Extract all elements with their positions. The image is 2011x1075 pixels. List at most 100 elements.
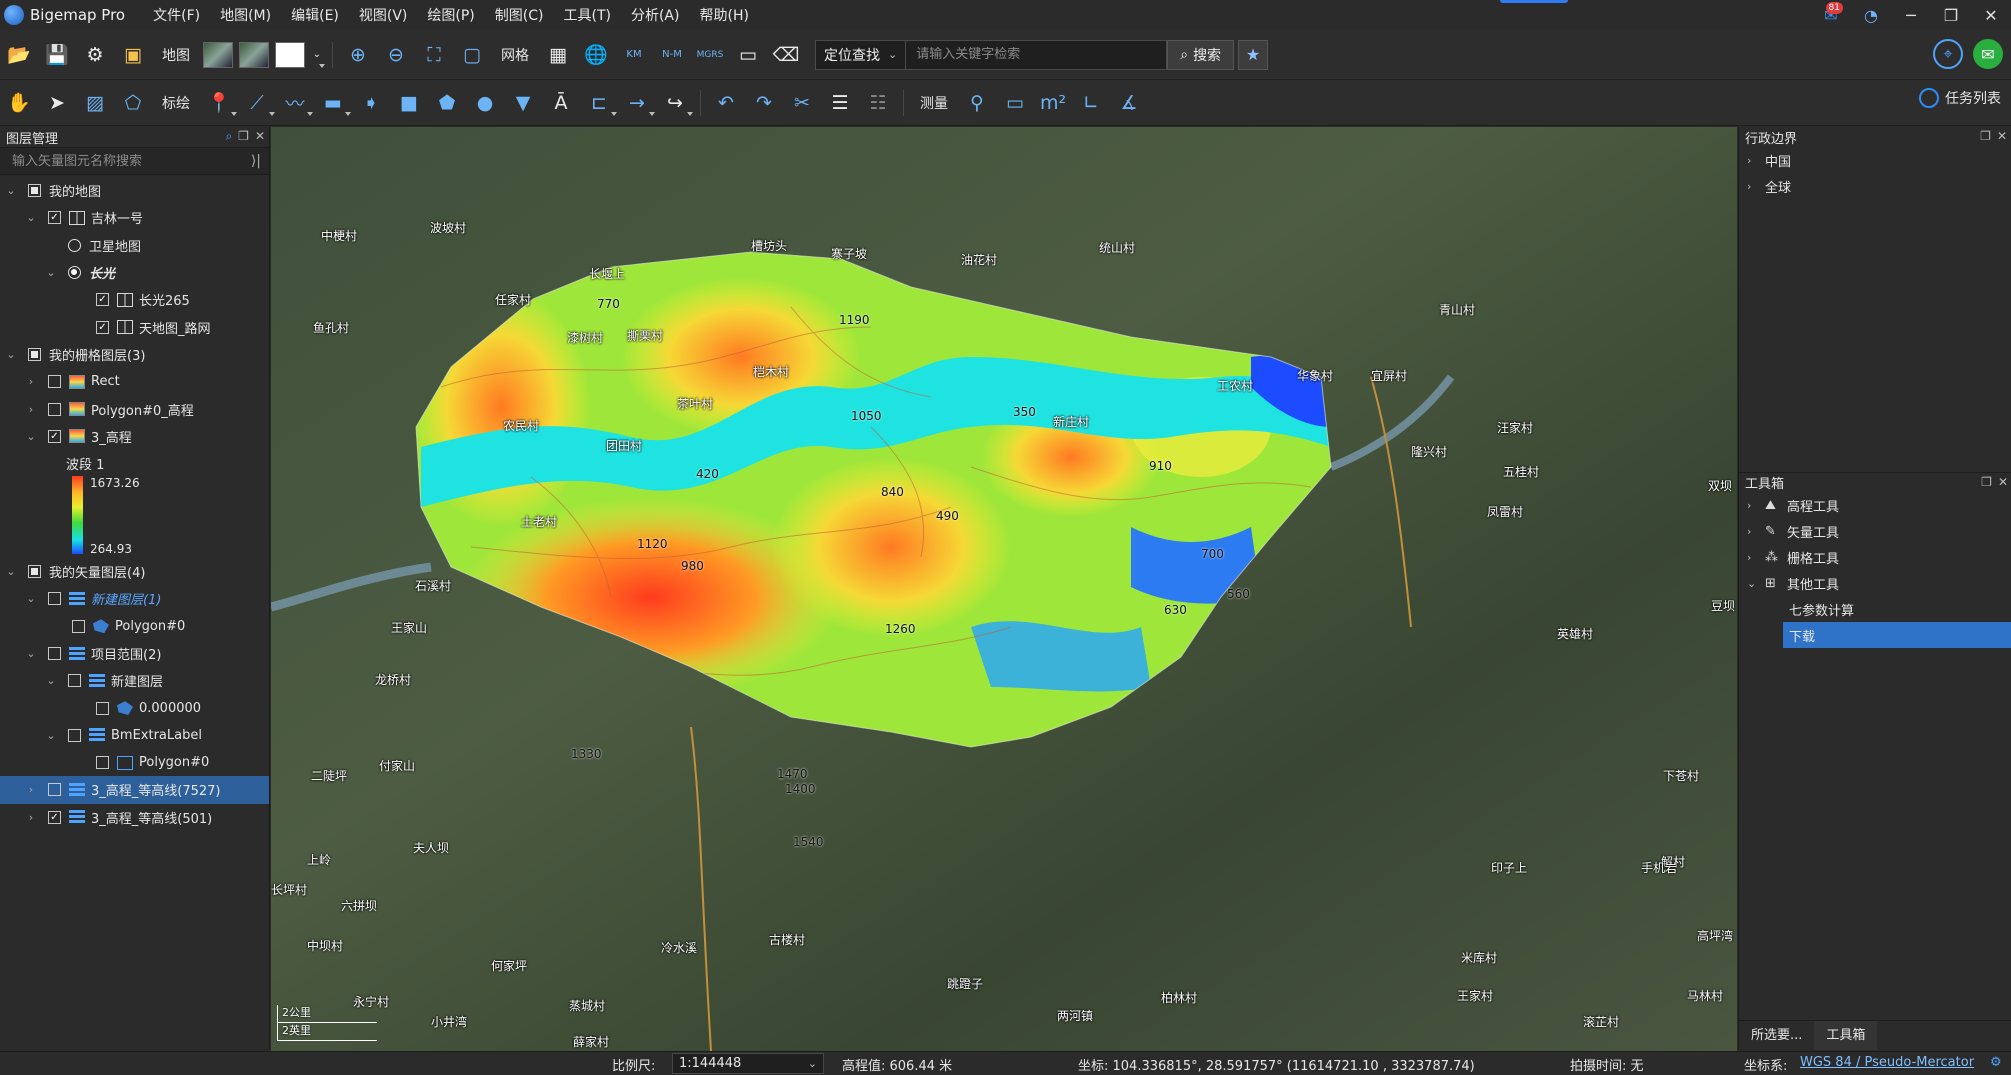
- menu-map[interactable]: 地图(M): [210, 5, 281, 25]
- toolbox-elevation-tools[interactable]: › ⛰ 高程工具: [1739, 492, 2011, 518]
- tree-row-rect[interactable]: › Rect: [0, 368, 269, 395]
- maximize-button[interactable]: ❐: [1931, 0, 1971, 30]
- pentagon-icon[interactable]: ⬟: [431, 87, 463, 119]
- direction-arrow-icon[interactable]: →: [621, 87, 655, 119]
- toolbox-raster-tools[interactable]: › ⁂ 栅格工具: [1739, 544, 2011, 570]
- close-button[interactable]: ✕: [1971, 0, 2011, 30]
- layer-search-input[interactable]: [0, 153, 230, 169]
- chevron-down-icon[interactable]: ⌄: [4, 565, 18, 578]
- measure-point-icon[interactable]: ⚲: [961, 87, 993, 119]
- layer-radio[interactable]: [68, 266, 81, 280]
- tree-row-satellite[interactable]: 卫星地图: [0, 232, 269, 259]
- notification-button[interactable]: ✉ 81: [1811, 0, 1851, 30]
- settings-gear-icon[interactable]: ⚙: [1990, 1055, 2002, 1070]
- menu-help[interactable]: 帮助(H): [689, 5, 758, 25]
- chevron-down-icon[interactable]: ⌄: [24, 647, 38, 660]
- globe-grid-icon[interactable]: 🌐: [580, 39, 612, 71]
- measure-distance-icon[interactable]: ▭: [999, 87, 1031, 119]
- tree-row-polygon0-elevation[interactable]: › Polygon#0_高程: [0, 395, 269, 422]
- chevron-right-icon[interactable]: ›: [24, 811, 38, 824]
- folder-icon[interactable]: ▭: [732, 39, 764, 71]
- menu-analysis[interactable]: 分析(A): [621, 5, 690, 25]
- layer-radio[interactable]: [68, 238, 81, 252]
- tab-toolbox[interactable]: 工具箱: [1814, 1021, 1878, 1050]
- location-pin-icon[interactable]: ⌖: [1933, 39, 1963, 69]
- map-view[interactable]: 420 770 1190 980 350 1050 840 490 630 70…: [271, 127, 1737, 1051]
- tool-seven-param[interactable]: 七参数计算: [1739, 596, 2011, 622]
- tab-selected-features[interactable]: 所选要...: [1739, 1021, 1814, 1050]
- map-source-dropdown-icon[interactable]: ⌄: [311, 39, 325, 71]
- close-icon[interactable]: ✕: [1997, 129, 2007, 143]
- tree-row-zero-feature[interactable]: 0.000000: [0, 694, 269, 721]
- wechat-icon[interactable]: ✉: [1973, 39, 2003, 69]
- close-icon[interactable]: ✕: [255, 129, 265, 144]
- chevron-down-icon[interactable]: ⌄: [44, 729, 58, 742]
- chevron-down-icon[interactable]: ⌄: [24, 430, 38, 443]
- freehand-line-icon[interactable]: 〰: [279, 87, 313, 119]
- layer-checkbox[interactable]: [72, 619, 85, 633]
- map-source-thumbnail-3[interactable]: [275, 41, 305, 68]
- collapse-icon[interactable]: ⟩|: [251, 153, 261, 169]
- layer-checkbox[interactable]: [68, 728, 81, 742]
- sector-icon[interactable]: ▼: [507, 87, 539, 119]
- chevron-right-icon[interactable]: ›: [24, 375, 38, 388]
- settings-icon[interactable]: ⚙: [79, 39, 111, 71]
- close-icon[interactable]: ✕: [1998, 475, 2008, 489]
- km-grid-icon[interactable]: KM: [618, 39, 650, 71]
- user-button[interactable]: ◔: [1851, 0, 1891, 30]
- tree-row-polygon0-label[interactable]: Polygon#0: [0, 749, 269, 776]
- chevron-down-icon[interactable]: ⌄: [44, 266, 58, 279]
- map-source-thumbnail-1[interactable]: [203, 41, 233, 68]
- layer-checkbox[interactable]: [96, 756, 109, 770]
- float-panel-icon[interactable]: ❐: [1981, 475, 1992, 489]
- image-icon[interactable]: ▣: [117, 39, 149, 71]
- open-folder-icon[interactable]: 📂: [3, 39, 35, 71]
- chevron-right-icon[interactable]: ›: [24, 783, 38, 796]
- label-icon[interactable]: ⊏: [583, 87, 617, 119]
- tree-row-polygon0[interactable]: Polygon#0: [0, 613, 269, 640]
- zoom-extent-icon[interactable]: ⛶: [418, 39, 450, 71]
- layer-checkbox[interactable]: [28, 565, 41, 579]
- tree-row-bmextralabel[interactable]: ⌄ BmExtraLabel: [0, 722, 269, 749]
- select-arrow-icon[interactable]: ➤: [41, 87, 73, 119]
- attribute-table-2-icon[interactable]: ☷: [862, 87, 894, 119]
- task-list-button[interactable]: 任务列表: [1919, 88, 2001, 108]
- chevron-down-icon[interactable]: ⌄: [24, 592, 38, 605]
- rectangle-icon[interactable]: ▬: [317, 87, 351, 119]
- attribute-table-icon[interactable]: ☰: [824, 87, 856, 119]
- menu-edit[interactable]: 编辑(E): [281, 5, 349, 25]
- chevron-down-icon[interactable]: ⌄: [44, 674, 58, 687]
- layer-checkbox[interactable]: [68, 674, 81, 688]
- measure-azimuth-icon[interactable]: ∡: [1113, 87, 1145, 119]
- tree-row-new-layer-1[interactable]: ⌄ 新建图层(1): [0, 585, 269, 612]
- select-polygon-icon[interactable]: ⬠: [117, 87, 149, 119]
- arrow-shape-icon[interactable]: ➧: [355, 87, 387, 119]
- square-icon[interactable]: ■: [393, 87, 425, 119]
- tree-row-jilin1[interactable]: ⌄ ✓ 吉林一号: [0, 204, 269, 231]
- scale-select[interactable]: 1:144448 ⌄: [672, 1053, 824, 1074]
- layer-checkbox[interactable]: [48, 375, 61, 389]
- layer-checkbox[interactable]: [48, 647, 61, 660]
- search-button[interactable]: ⌕ 搜索: [1167, 39, 1235, 70]
- chevron-down-icon[interactable]: ⌄: [4, 184, 18, 197]
- layer-checkbox[interactable]: ✓: [96, 293, 109, 307]
- layer-checkbox[interactable]: ✓: [48, 211, 61, 225]
- search-input[interactable]: [906, 47, 1167, 62]
- crs-link[interactable]: WGS 84 / Pseudo-Mercator: [1800, 1055, 1974, 1070]
- menu-cartography[interactable]: 制图(C): [485, 5, 554, 25]
- marker-icon[interactable]: 📍: [203, 87, 237, 119]
- chevron-down-icon[interactable]: ⌄: [4, 348, 18, 361]
- select-rect-icon[interactable]: ▨: [79, 87, 111, 119]
- polyline-icon[interactable]: ⟋: [241, 87, 275, 119]
- clear-brush-icon[interactable]: ⌫: [770, 39, 802, 71]
- chevron-down-icon[interactable]: ⌄: [24, 211, 38, 224]
- grid-icon[interactable]: ▦: [542, 39, 574, 71]
- tool-download[interactable]: 下载: [1783, 622, 2011, 648]
- boundary-item-global[interactable]: › 全球: [1739, 173, 2011, 199]
- layer-checkbox[interactable]: ✓: [96, 320, 109, 334]
- tree-row-new-layer[interactable]: ⌄ 新建图层: [0, 667, 269, 694]
- layer-checkbox[interactable]: [96, 701, 109, 715]
- measure-angle-icon[interactable]: ∟: [1075, 87, 1107, 119]
- tree-row-changguang[interactable]: ⌄ 长光: [0, 259, 269, 286]
- save-icon[interactable]: 💾: [41, 39, 73, 71]
